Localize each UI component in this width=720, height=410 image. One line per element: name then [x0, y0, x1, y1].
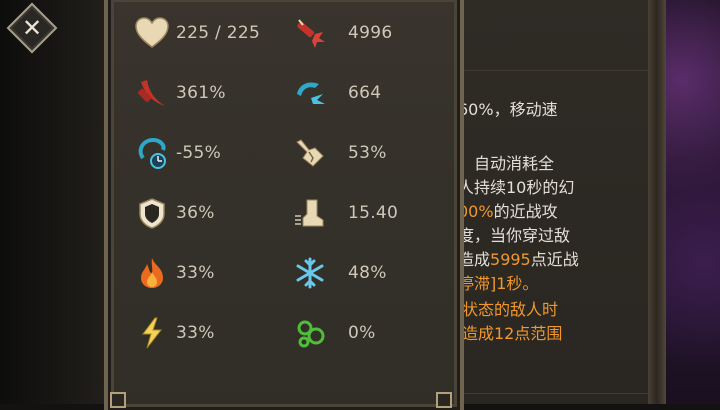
stat-value: 33%: [176, 263, 215, 283]
right-decor: [666, 0, 720, 404]
desc-line-1: 60%，移动速: [458, 100, 558, 119]
desc-text: 的近战攻: [493, 202, 558, 221]
desc-line-8: 状态的敌人时: [462, 300, 559, 319]
snowflake-icon: [292, 255, 328, 291]
blue-claw-icon: [292, 75, 328, 111]
desc-line-2: ：自动消耗全: [458, 154, 555, 173]
stat-armor-pen: 664: [292, 70, 381, 116]
stat-fire-res: 33%: [134, 250, 215, 296]
stat-value: 48%: [348, 263, 387, 283]
poison-bubbles-icon: [292, 315, 328, 351]
stat-value: 225 / 225: [176, 23, 261, 43]
stat-health: 225 / 225: [134, 10, 260, 56]
stat-move-speed: 15.40: [292, 190, 398, 236]
stat-value: -55%: [176, 143, 222, 163]
stat-damage: 4996: [292, 10, 392, 56]
stat-row: 36% 15.40: [130, 190, 430, 236]
heart-icon: [134, 15, 170, 51]
panel-corner: [436, 392, 452, 408]
stat-row: 33% 48%: [130, 250, 430, 296]
stat-value: 664: [348, 83, 382, 103]
stat-value: 36%: [176, 203, 215, 223]
stat-lightning-res: 33%: [134, 310, 215, 356]
desc-highlight: 停滞]1秒。: [458, 274, 539, 293]
red-slash-icon: [134, 75, 170, 111]
stat-value: 33%: [176, 323, 215, 343]
desc-line-3: 人持续10秒的幻: [458, 178, 575, 197]
stat-attack-speed: 53%: [292, 130, 387, 176]
stat-cooldown: -55%: [134, 130, 221, 176]
desc-line-7: 停滞]1秒。: [458, 270, 538, 294]
lightning-icon: [134, 315, 170, 351]
right-frame: [648, 0, 666, 404]
stat-row: 361% 664: [130, 70, 430, 116]
stat-value: 53%: [348, 143, 387, 163]
stat-crit: 361%: [134, 70, 226, 116]
fire-icon: [134, 255, 170, 291]
desc-line-4: 00%的近战攻: [458, 198, 558, 222]
shield-icon: [134, 195, 170, 231]
desc-line-5: 度，当你穿过敌: [458, 226, 571, 245]
left-background: [0, 0, 112, 404]
stat-defense: 36%: [134, 190, 215, 236]
stat-value: 0%: [348, 323, 376, 343]
desc-text: 点近战: [530, 250, 579, 269]
stat-frost-res: 48%: [292, 250, 387, 296]
close-icon: ✕: [21, 14, 43, 42]
stat-poison-res: 0%: [292, 310, 376, 356]
desc-line-6: 造成5995点近战: [458, 246, 579, 270]
dynamite-icon: [292, 15, 328, 51]
boot-speed-icon: [292, 195, 328, 231]
stat-row: 225 / 225 4996: [130, 10, 430, 56]
stat-value: 4996: [348, 23, 393, 43]
stat-row: 33% 0%: [130, 310, 430, 356]
close-button[interactable]: ✕: [6, 2, 58, 54]
stat-row: -55% 53%: [130, 130, 430, 176]
stat-value: 15.40: [348, 203, 399, 223]
panel-corner: [110, 392, 126, 408]
desc-line-9: 造成12点范围: [462, 324, 563, 343]
desc-highlight: 5995: [490, 250, 531, 269]
cooldown-icon: [134, 135, 170, 171]
stat-value: 361%: [176, 83, 226, 103]
broken-arm-icon: [292, 135, 328, 171]
